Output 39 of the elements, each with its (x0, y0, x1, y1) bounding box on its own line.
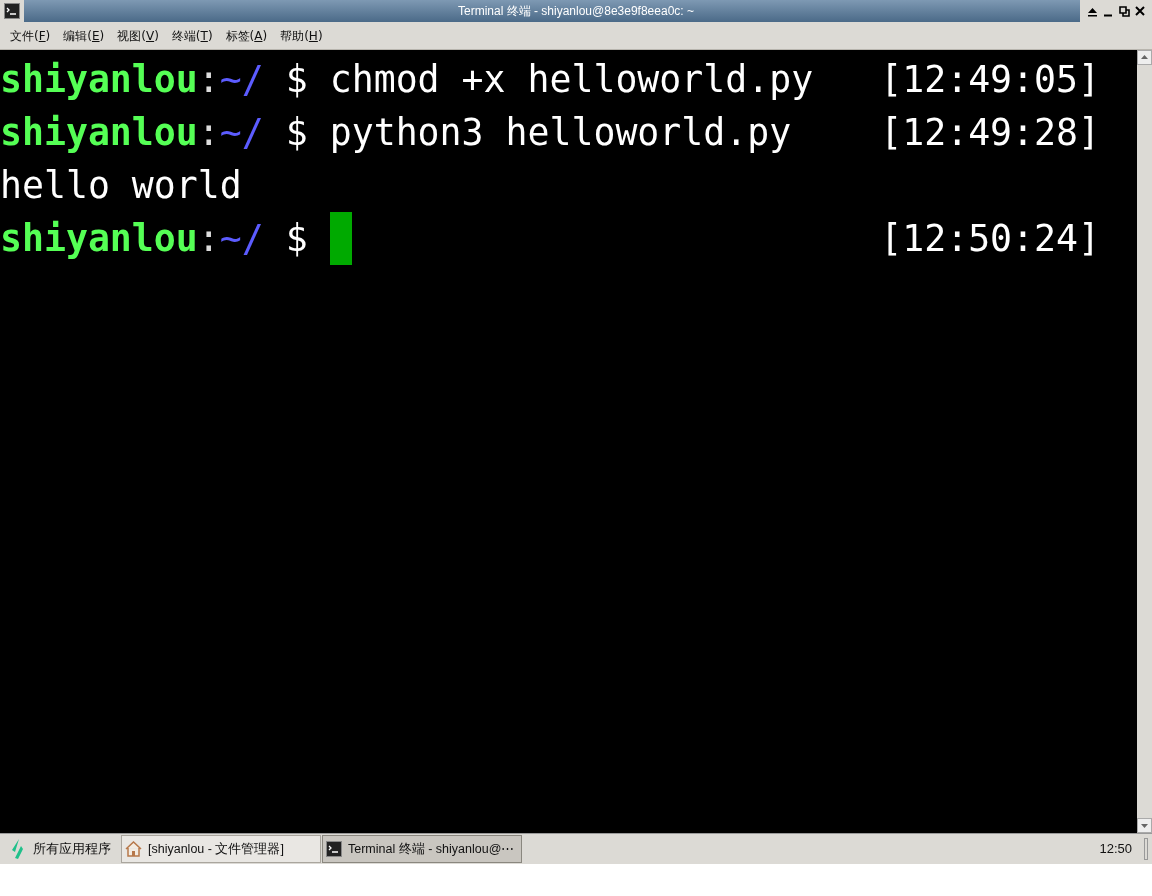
menu-item[interactable]: 文件(F) (10, 26, 51, 45)
prompt-separator: : (197, 216, 220, 262)
maximize-icon[interactable] (1118, 5, 1130, 17)
home-icon (125, 841, 142, 857)
prompt-path: ~/ (219, 216, 264, 262)
command-text: python3 helloworld.py (329, 110, 792, 156)
window-title: Terminal 终端 - shiyanlou@8e3e9f8eea0c: ~ (458, 3, 694, 20)
scroll-up-icon[interactable] (1137, 50, 1152, 65)
prompt-path: ~/ (219, 110, 264, 156)
prompt-symbol: $ (285, 110, 308, 156)
scroll-down-icon[interactable] (1137, 818, 1152, 833)
prompt-user: shiyanlou (0, 57, 198, 103)
prompt-symbol: $ (285, 216, 308, 262)
start-button[interactable]: 所有应用程序 (0, 835, 120, 863)
menu-item[interactable]: 终端(T) (171, 26, 213, 45)
clock: 12:50 (1099, 840, 1132, 859)
timestamp: [12:49:28] (880, 110, 1100, 156)
prompt-separator: : (197, 110, 220, 156)
close-icon[interactable] (1135, 6, 1146, 16)
task-button[interactable]: Terminal 终端 - shiyanlou@⋯ (322, 835, 522, 863)
prompt-path: ~/ (219, 57, 264, 103)
timestamp: [12:49:05] (880, 57, 1100, 103)
prompt-user: shiyanlou (0, 216, 198, 262)
timestamp: [12:50:24] (880, 216, 1100, 262)
command-text: chmod +x helloworld.py (329, 57, 814, 103)
menu-item[interactable]: 视图(V) (117, 26, 159, 45)
leaf-icon (9, 838, 25, 860)
prompt-symbol: $ (285, 57, 308, 103)
terminal-icon (326, 841, 342, 857)
menu-item[interactable]: 编辑(E) (63, 26, 105, 45)
output-text: hello world (0, 164, 242, 207)
prompt-separator: : (197, 57, 220, 103)
scrollbar[interactable] (1137, 50, 1152, 833)
menu-item[interactable]: 帮助(H) (280, 26, 323, 45)
terminal-icon (4, 3, 20, 19)
prompt-user: shiyanlou (0, 110, 198, 156)
task-button[interactable]: [shiyanlou - 文件管理器] (121, 835, 321, 863)
shade-icon[interactable] (1086, 5, 1098, 17)
menu-item[interactable]: 标签(A) (225, 26, 268, 45)
